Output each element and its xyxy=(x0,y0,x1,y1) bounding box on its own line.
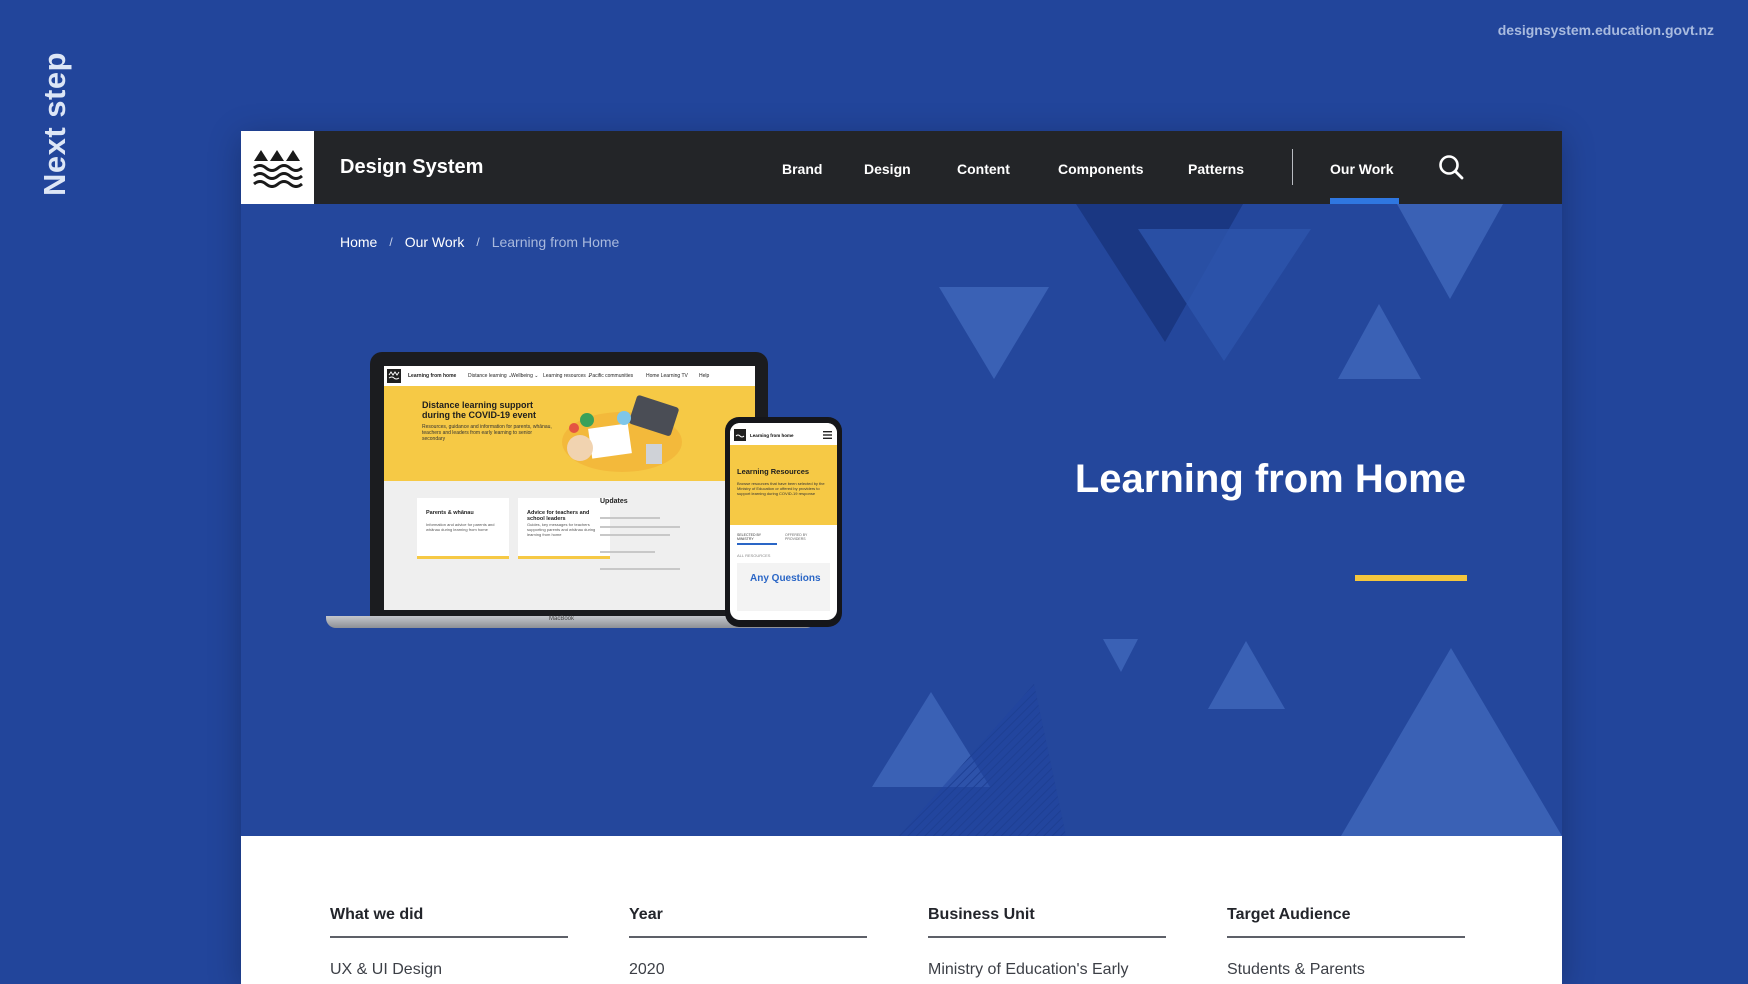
search-icon xyxy=(1439,155,1464,180)
mock-nav-link: Distance learning ⌄ xyxy=(468,373,513,379)
mock-subtext: Resources, guidance and information for … xyxy=(422,424,552,442)
detail-value: UX & UI Design xyxy=(330,961,443,978)
nav-content[interactable]: Content xyxy=(957,161,1010,177)
mock-nav-link: Wellbeing ⌄ xyxy=(511,373,539,379)
nav-our-work[interactable]: Our Work xyxy=(1330,161,1394,177)
mock-update-line xyxy=(600,551,655,553)
mountains-waves-icon xyxy=(252,149,303,188)
hero-title: Learning from Home xyxy=(1074,457,1466,501)
phone-promo-card xyxy=(737,563,830,611)
mock-nav-link: Learning resources ⌄ xyxy=(543,373,592,379)
mock-update-line xyxy=(600,534,670,536)
nav-divider xyxy=(1292,149,1293,185)
detail-heading: Target Audience xyxy=(1227,906,1351,923)
nav-brand[interactable]: Brand xyxy=(782,161,822,177)
mock-card-title: Parents & whānau xyxy=(426,510,474,516)
detail-heading: Year xyxy=(629,906,663,923)
website-screenshot: Design System Brand Design Content Compo… xyxy=(241,131,1562,984)
mock-card-title: Advice for teachers and school leaders xyxy=(527,510,590,522)
detail-value: 2020 xyxy=(629,961,665,978)
desk-illustration xyxy=(562,395,682,472)
detail-heading: What we did xyxy=(330,906,424,923)
phone-promo-text: Any Questions xyxy=(750,573,821,584)
phone-headline: Learning Resources xyxy=(737,467,810,476)
phone-screen: Learning from home Learning Resources Br… xyxy=(730,423,837,620)
phone-tab-ministry: SELECTED BY MINISTRY xyxy=(737,533,762,541)
breadcrumb-separator: / xyxy=(389,235,393,249)
slide-side-label: Next step xyxy=(37,51,72,197)
top-navigation: Design System Brand Design Content Compo… xyxy=(241,131,1562,204)
laptop-brand-label: MacBook xyxy=(549,616,575,622)
mock-update-line xyxy=(600,517,660,519)
detail-rule xyxy=(330,936,568,938)
mock-logo-icon xyxy=(387,369,401,383)
detail-rule xyxy=(928,936,1166,938)
mock-nav-link: Help xyxy=(699,373,710,379)
detail-value: Ministry of Education's Early xyxy=(928,961,1129,978)
hamburger-icon xyxy=(823,431,832,439)
hero-accent-bar xyxy=(1355,575,1467,581)
mock-card-desc: Information and advice for parents and w… xyxy=(426,522,495,532)
phone-subtext: Browse resources that have been selected… xyxy=(737,481,825,496)
breadcrumb-our-work[interactable]: Our Work xyxy=(405,234,465,250)
mock-nav-link: Home Learning TV xyxy=(646,373,688,379)
nav-design[interactable]: Design xyxy=(864,161,911,177)
nav-patterns[interactable]: Patterns xyxy=(1188,161,1244,177)
laptop-mockup: Learning from home Distance learning ⌄ W… xyxy=(326,352,816,632)
mock-update-line xyxy=(600,568,680,570)
mock-nav-title: Learning from home xyxy=(408,373,457,379)
laptop-lid: Learning from home Distance learning ⌄ W… xyxy=(370,352,768,622)
phone-logo-icon xyxy=(734,429,746,441)
slide-url: designsystem.education.govt.nz xyxy=(1497,22,1714,38)
mock-updates-title: Updates xyxy=(600,498,628,505)
search-button[interactable] xyxy=(1437,153,1465,181)
mock-card: Advice for teachers and school leaders G… xyxy=(518,498,610,559)
laptop-screen: Learning from home Distance learning ⌄ W… xyxy=(384,366,755,610)
project-details: What we did UX & UI Design Year 2020 Bus… xyxy=(241,836,1562,984)
mock-update-line xyxy=(600,526,680,528)
breadcrumb: Home / Our Work / Learning from Home xyxy=(340,234,619,250)
detail-rule xyxy=(629,936,867,938)
breadcrumb-current: Learning from Home xyxy=(491,234,620,250)
breadcrumb-home[interactable]: Home xyxy=(340,234,377,250)
nav-components[interactable]: Components xyxy=(1058,161,1144,177)
mock-card-desc: Guides, key messages for teachers suppor… xyxy=(527,522,596,537)
phone-mockup: Learning from home Learning Resources Br… xyxy=(725,417,842,627)
detail-rule xyxy=(1227,936,1465,938)
detail-heading: Business Unit xyxy=(928,906,1035,923)
mock-nav-link: Pacific communities xyxy=(589,373,634,379)
detail-value: Students & Parents xyxy=(1227,961,1365,978)
site-logo[interactable] xyxy=(241,131,314,204)
mock-headline: Distance learning support during the COV… xyxy=(422,400,537,420)
breadcrumb-separator: / xyxy=(476,235,480,249)
phone-tab-indicator xyxy=(737,543,777,545)
phone-nav-title: Learning from home xyxy=(750,433,794,438)
mock-card: Parents & whānau Information and advice … xyxy=(417,498,509,559)
phone-filter: ALL RESOURCES xyxy=(737,553,771,558)
phone-nav: Learning from home xyxy=(730,423,837,445)
phone-tab-providers: OFFERED BY PROVIDERS xyxy=(785,533,808,541)
mock-site-nav: Learning from home Distance learning ⌄ W… xyxy=(384,366,755,386)
hero-section: Home / Our Work / Learning from Home Lea… xyxy=(241,204,1562,836)
brand-title[interactable]: Design System xyxy=(340,156,483,179)
